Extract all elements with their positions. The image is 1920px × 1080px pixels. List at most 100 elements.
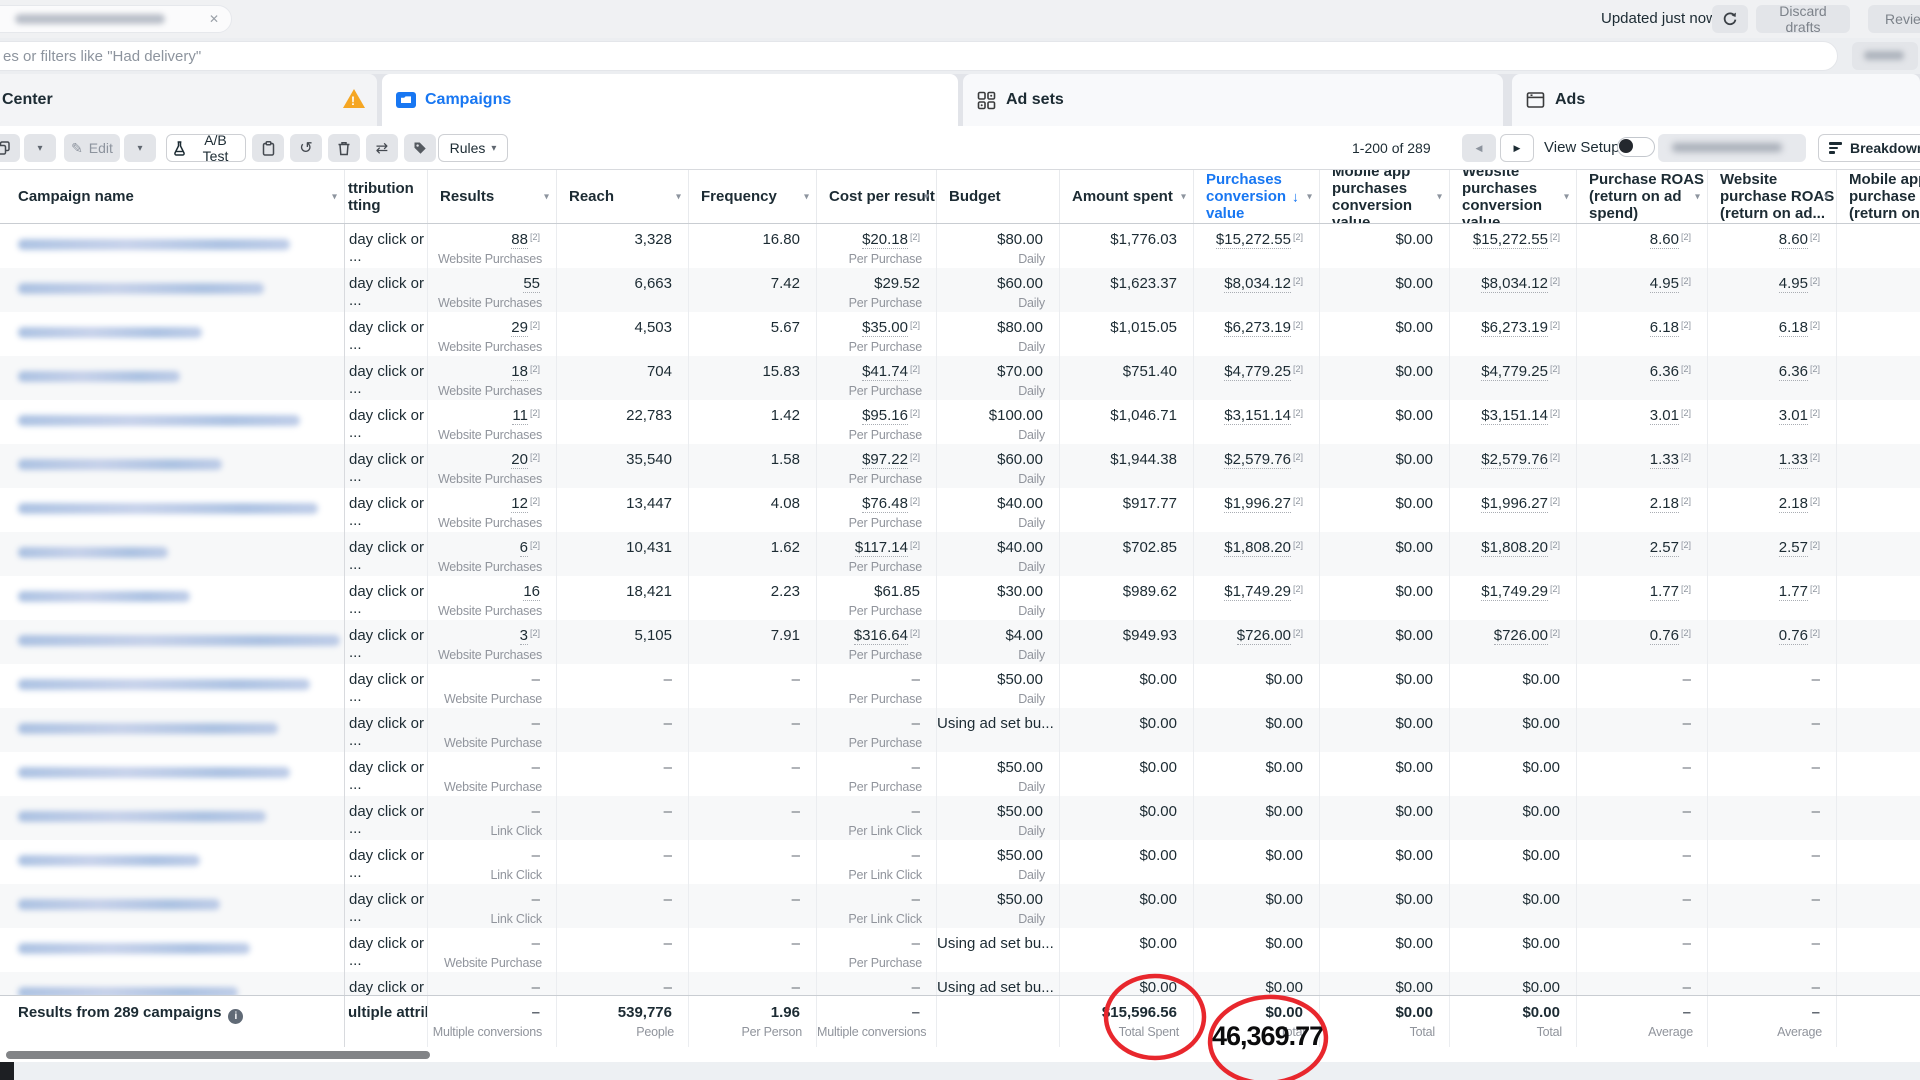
table-row[interactable]: day click or ... 29[2] Website Purchases… bbox=[0, 312, 1920, 356]
table-row[interactable]: day click or ... – Link Click – – – Per … bbox=[0, 796, 1920, 840]
column-header-mobile-app-purchase-roas[interactable]: Mobile apppurchase ROAS(return on ad... … bbox=[1837, 170, 1920, 223]
campaign-name-cell[interactable] bbox=[0, 752, 345, 796]
campaign-name-cell[interactable] bbox=[0, 400, 345, 444]
chevron-down-icon[interactable]: ▾ bbox=[1564, 188, 1569, 205]
cell-value: – bbox=[664, 715, 672, 732]
close-icon[interactable]: ✕ bbox=[209, 12, 219, 26]
search-input[interactable] bbox=[0, 42, 1837, 70]
campaign-name-cell[interactable] bbox=[0, 840, 345, 884]
cell-purchase-roas: 6.18[2] bbox=[1577, 312, 1708, 356]
column-header-campaign-name[interactable]: Campaign name ↓ ▾ bbox=[0, 170, 345, 223]
table-row[interactable]: day click or ... – Link Click – – – Per … bbox=[0, 884, 1920, 928]
campaign-name-cell[interactable] bbox=[0, 488, 345, 532]
delete-button[interactable] bbox=[328, 134, 360, 162]
cell-value: – bbox=[664, 979, 672, 995]
export-button[interactable]: ⇄ bbox=[366, 134, 398, 162]
campaign-name-cell[interactable] bbox=[0, 532, 345, 576]
table-row[interactable]: day click or ... 11[2] Website Purchases… bbox=[0, 400, 1920, 444]
cell-value: $0.00 bbox=[1395, 847, 1433, 864]
edit-button[interactable]: ✎ Edit bbox=[64, 134, 120, 162]
info-icon[interactable]: i bbox=[228, 1009, 243, 1024]
campaign-name-cell[interactable] bbox=[0, 312, 345, 356]
previous-page-button[interactable]: ◀ bbox=[1462, 134, 1496, 162]
column-header-results[interactable]: Results ↓ ▾ bbox=[428, 170, 557, 223]
campaign-name-cell[interactable] bbox=[0, 444, 345, 488]
column-header-frequency[interactable]: Frequency ↓ ▾ bbox=[689, 170, 817, 223]
table-row[interactable]: day click or ... – Website Purchase – – … bbox=[0, 708, 1920, 752]
chevron-down-icon[interactable]: ▾ bbox=[1695, 188, 1700, 205]
column-header-budget[interactable]: Budget ↓ ▾ bbox=[937, 170, 1060, 223]
rules-dropdown[interactable]: Rules ▾ bbox=[438, 134, 508, 162]
next-page-button[interactable]: ▶ bbox=[1500, 134, 1534, 162]
campaign-name-cell[interactable] bbox=[0, 796, 345, 840]
chevron-down-icon[interactable]: ▾ bbox=[1437, 188, 1442, 205]
duplicate-menu-button[interactable]: ▾ bbox=[24, 134, 56, 162]
cell-value: $0.00 bbox=[1139, 759, 1177, 776]
table-row[interactable]: day click or ... 20[2] Website Purchases… bbox=[0, 444, 1920, 488]
tab-campaigns[interactable]: Campaigns bbox=[382, 74, 958, 126]
horizontal-scrollbar-thumb[interactable] bbox=[6, 1051, 430, 1059]
view-setup-toggle[interactable] bbox=[1617, 137, 1655, 157]
chevron-down-icon[interactable]: ▾ bbox=[544, 188, 549, 205]
account-selector[interactable]: ✕ bbox=[0, 5, 232, 33]
campaign-name-cell[interactable] bbox=[0, 708, 345, 752]
chevron-down-icon[interactable]: ▾ bbox=[1824, 188, 1829, 205]
discard-drafts-button[interactable]: Discard drafts bbox=[1756, 5, 1850, 33]
campaign-name-cell[interactable] bbox=[0, 928, 345, 972]
tag-button[interactable] bbox=[404, 134, 436, 162]
chevron-down-icon[interactable]: ▾ bbox=[924, 188, 929, 205]
ab-test-button[interactable]: A/B Test bbox=[166, 134, 246, 162]
tab-ad-sets[interactable]: Ad sets bbox=[963, 74, 1503, 126]
table-row[interactable]: day click or ... 6[2] Website Purchases … bbox=[0, 532, 1920, 576]
duplicate-button[interactable] bbox=[0, 134, 20, 162]
undo-button[interactable]: ↺ bbox=[290, 134, 322, 162]
table-row[interactable]: day click or ... 88[2] Website Purchases… bbox=[0, 224, 1920, 268]
clipboard-button[interactable] bbox=[252, 134, 284, 162]
cell-mobile-app-purchase-roas bbox=[1837, 884, 1920, 928]
search-field[interactable] bbox=[0, 41, 1838, 71]
table-row[interactable]: day click or ... – Website Purchase – – … bbox=[0, 664, 1920, 708]
column-header-purchases-conversion-value[interactable]: Purchasesconversionvalue ↓ ▾ bbox=[1194, 170, 1320, 223]
column-header-website-purchase-roas[interactable]: Websitepurchase ROAS(return on ad... ↓ ▾ bbox=[1708, 170, 1837, 223]
campaign-name-cell[interactable] bbox=[0, 972, 345, 995]
table-row[interactable]: day click or ... – Link Click – – – Per … bbox=[0, 840, 1920, 884]
column-header-mobile-app-purchases-conversion-value[interactable]: Mobile apppurchasesconversion value ↓ ▾ bbox=[1320, 170, 1450, 223]
table-row[interactable]: day click or ... – Website Purchase – – … bbox=[0, 928, 1920, 972]
campaign-name-cell[interactable] bbox=[0, 268, 345, 312]
edit-menu-button[interactable]: ▾ bbox=[124, 134, 156, 162]
review-button[interactable]: Review bbox=[1868, 5, 1920, 33]
table-row[interactable]: day click or ... 3[2] Website Purchases … bbox=[0, 620, 1920, 664]
chevron-down-icon[interactable]: ▾ bbox=[1181, 188, 1186, 205]
cell-value: 704 bbox=[647, 363, 672, 380]
chevron-right-icon: ▶ bbox=[1514, 143, 1521, 154]
search-filters-button[interactable] bbox=[1852, 42, 1918, 70]
column-header-purchase-roas[interactable]: Purchase ROAS(return on adspend) ↓ ▾ bbox=[1577, 170, 1708, 223]
chevron-down-icon[interactable]: ▾ bbox=[804, 188, 809, 205]
chevron-down-icon[interactable]: ▾ bbox=[1307, 188, 1312, 205]
column-header-website-purchases-conversion-value[interactable]: Websitepurchasesconversion value ↓ ▾ bbox=[1450, 170, 1577, 223]
refresh-button[interactable] bbox=[1712, 5, 1748, 33]
campaign-name-cell[interactable] bbox=[0, 576, 345, 620]
tab-ads[interactable]: Ads bbox=[1512, 74, 1920, 126]
column-header-reach[interactable]: Reach ↓ ▾ bbox=[557, 170, 689, 223]
table-row[interactable]: day click or ... 12[2] Website Purchases… bbox=[0, 488, 1920, 532]
campaign-name-cell[interactable] bbox=[0, 224, 345, 268]
breakdown-dropdown[interactable]: Breakdown ▾ bbox=[1818, 134, 1920, 162]
column-header-amount-spent[interactable]: Amount spent ↓ ▾ bbox=[1060, 170, 1194, 223]
table-row[interactable]: day click or ... 16 Website Purchases 18… bbox=[0, 576, 1920, 620]
table-row[interactable]: day click or ... – Website Purchase – – … bbox=[0, 752, 1920, 796]
campaign-name-cell[interactable] bbox=[0, 356, 345, 400]
table-row[interactable]: day click or ... – – – – Using ad set bu… bbox=[0, 972, 1920, 995]
cell-budget: $70.00 Daily bbox=[937, 356, 1060, 400]
column-header-attribution-setting[interactable]: ttributiontting ↓ ▾ bbox=[345, 170, 428, 223]
column-header-cost-per-result[interactable]: Cost per result ↓ ▾ bbox=[817, 170, 937, 223]
chevron-down-icon[interactable]: ▾ bbox=[332, 188, 337, 205]
columns-selector-redacted[interactable] bbox=[1658, 134, 1806, 162]
chevron-down-icon[interactable]: ▾ bbox=[676, 188, 681, 205]
table-row[interactable]: day click or ... 18[2] Website Purchases… bbox=[0, 356, 1920, 400]
tab-account-center[interactable]: Center ! bbox=[0, 74, 377, 126]
campaign-name-cell[interactable] bbox=[0, 664, 345, 708]
table-row[interactable]: day click or ... 55 Website Purchases 6,… bbox=[0, 268, 1920, 312]
campaign-name-cell[interactable] bbox=[0, 620, 345, 664]
campaign-name-cell[interactable] bbox=[0, 884, 345, 928]
